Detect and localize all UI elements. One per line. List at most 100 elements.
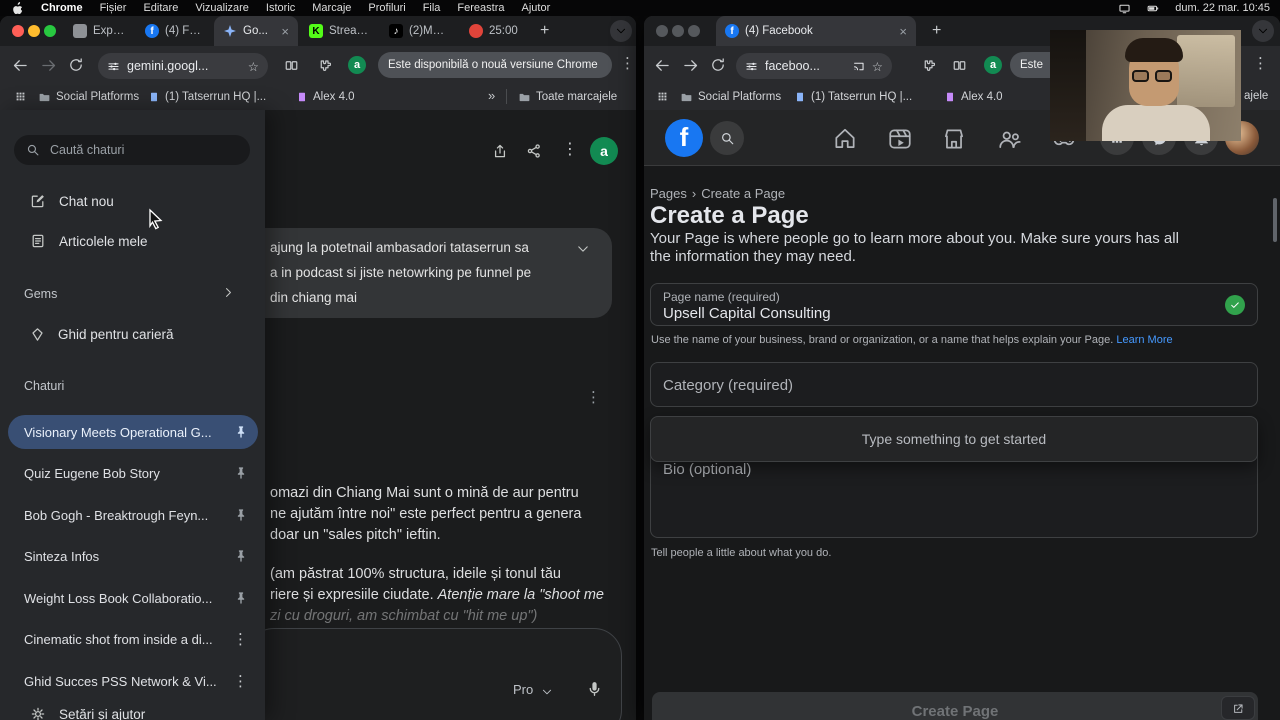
bookmark-alex[interactable]: Alex 4.0 xyxy=(296,89,355,105)
screen-mirroring-icon[interactable] xyxy=(1118,2,1131,15)
minimize-window-button[interactable] xyxy=(28,25,40,37)
back-icon[interactable] xyxy=(654,57,671,74)
pin-icon[interactable] xyxy=(234,466,248,480)
tab-experi[interactable]: Experi... xyxy=(64,16,134,46)
menu-istoric[interactable]: Istoric xyxy=(266,2,295,14)
battery-icon[interactable] xyxy=(1145,2,1161,15)
menu-fereastra[interactable]: Fereastra xyxy=(457,2,504,14)
split-view-icon[interactable] xyxy=(952,58,967,73)
extensions-puzzle-icon[interactable] xyxy=(316,58,331,73)
tab-stream[interactable]: K Stream... xyxy=(300,16,378,46)
model-chevron-icon[interactable] xyxy=(541,686,553,698)
category-suggestions-dropdown[interactable]: Type something to get started xyxy=(650,416,1258,462)
bookmark-tatserrun[interactable]: (1) Tatserrun HQ |... xyxy=(148,89,266,105)
site-settings-icon[interactable] xyxy=(745,60,758,73)
pin-icon[interactable] xyxy=(234,508,248,522)
video-icon[interactable] xyxy=(887,126,913,152)
prompt-input-box[interactable] xyxy=(246,628,622,720)
tab-facebook-active[interactable]: f (4) Facebook × xyxy=(716,16,916,46)
menu-editare[interactable]: Editare xyxy=(143,2,178,14)
tab-timer[interactable]: 25:00 xyxy=(460,16,532,46)
forward-icon[interactable] xyxy=(682,57,699,74)
pin-icon[interactable] xyxy=(234,425,248,439)
forward-icon[interactable] xyxy=(40,57,57,74)
chat-search-input[interactable] xyxy=(50,143,220,157)
all-bookmarks[interactable]: Toate marcajele xyxy=(518,89,617,105)
bookmarks-overflow-icon[interactable]: » xyxy=(488,88,495,103)
bookmark-social-platforms[interactable]: Social Platforms xyxy=(680,89,781,105)
facebook-search-button[interactable] xyxy=(710,121,744,155)
pin-icon[interactable] xyxy=(234,591,248,605)
message-options-icon[interactable]: ⋮ xyxy=(586,390,601,405)
bookmark-alex[interactable]: Alex 4.0 xyxy=(944,89,1003,105)
expand-prompt-icon[interactable] xyxy=(576,242,590,256)
address-bar[interactable]: gemini.googl... ☆ xyxy=(98,53,268,79)
reload-icon[interactable] xyxy=(710,57,726,73)
address-bar[interactable]: faceboo... ☆ xyxy=(736,53,892,79)
new-chat-button[interactable]: Chat nou xyxy=(30,193,114,209)
page-name-field[interactable]: Page name (required) Upsell Capital Cons… xyxy=(650,283,1258,326)
menu-fisier[interactable]: Fișier xyxy=(100,2,127,14)
my-articles-button[interactable]: Articolele mele xyxy=(30,233,148,249)
bookmark-star-icon[interactable]: ☆ xyxy=(248,59,259,74)
chat-item-1[interactable]: Quiz Eugene Bob Story xyxy=(8,456,258,490)
category-field[interactable]: Category (required) xyxy=(650,362,1258,407)
reload-icon[interactable] xyxy=(68,57,84,73)
scrollbar-thumb[interactable] xyxy=(1273,198,1277,242)
chat-search[interactable] xyxy=(14,135,250,165)
apple-menu-icon[interactable] xyxy=(12,1,24,15)
split-view-icon[interactable] xyxy=(284,58,299,73)
chrome-profile-avatar[interactable]: a xyxy=(348,56,366,74)
tab-search-button[interactable] xyxy=(1252,20,1274,42)
facebook-logo[interactable]: f xyxy=(665,119,703,157)
new-tab-button[interactable]: + xyxy=(932,22,941,40)
marketplace-icon[interactable] xyxy=(941,126,967,152)
groups-icon[interactable] xyxy=(997,126,1023,152)
menu-chrome[interactable]: Chrome xyxy=(41,2,83,14)
bookmark-tatserrun[interactable]: (1) Tatserrun HQ |... xyxy=(794,89,912,105)
menu-ajutor[interactable]: Ajutor xyxy=(522,2,551,14)
menu-vizualizare[interactable]: Vizualizare xyxy=(195,2,249,14)
user-prompt-bubble[interactable]: ajung la potetnail ambasadori tataserrun… xyxy=(246,228,612,318)
menu-fila[interactable]: Fila xyxy=(423,2,441,14)
chat-item-3[interactable]: Sinteza Infos xyxy=(8,539,258,573)
export-chat-icon[interactable] xyxy=(492,143,508,159)
chat-options-icon[interactable]: ⋮ xyxy=(562,142,578,158)
back-icon[interactable] xyxy=(12,57,29,74)
tab-search-button[interactable] xyxy=(610,20,632,42)
pin-icon[interactable] xyxy=(234,549,248,563)
apps-grid-icon[interactable] xyxy=(656,90,669,103)
learn-more-link[interactable]: Learn More xyxy=(1116,334,1172,346)
menu-marcaje[interactable]: Marcaje xyxy=(312,2,351,14)
tab-mrf[interactable]: ♪ (2)MRF... xyxy=(380,16,458,46)
menubar-clock[interactable]: dum. 22 mar. 10:45 xyxy=(1175,2,1270,14)
zoom-window-button[interactable] xyxy=(44,25,56,37)
close-window-button[interactable] xyxy=(656,25,668,37)
extensions-puzzle-icon[interactable] xyxy=(920,58,935,73)
close-window-button[interactable] xyxy=(12,25,24,37)
bookmark-star-icon[interactable]: ☆ xyxy=(872,59,883,74)
browser-menu-icon[interactable]: ⋮ xyxy=(1253,56,1268,71)
chat-item-4[interactable]: Weight Loss Book Collaboratio... xyxy=(8,581,258,615)
new-tab-button[interactable]: + xyxy=(540,22,549,40)
tab-close-icon[interactable]: × xyxy=(281,24,289,39)
zoom-window-button[interactable] xyxy=(688,25,700,37)
breadcrumb-pages[interactable]: Pages xyxy=(650,186,687,201)
site-settings-icon[interactable] xyxy=(107,60,120,73)
popout-button[interactable] xyxy=(1221,696,1255,720)
webcam-overlay[interactable] xyxy=(1050,30,1241,141)
chat-item-5[interactable]: Cinematic shot from inside a di... ⋮ xyxy=(8,622,258,656)
mic-icon[interactable] xyxy=(586,680,603,697)
chat-item-menu-icon[interactable]: ⋮ xyxy=(233,674,248,689)
chrome-profile-avatar[interactable]: a xyxy=(984,56,1002,74)
account-avatar[interactable]: a xyxy=(590,137,618,165)
chat-item-menu-icon[interactable]: ⋮ xyxy=(233,632,248,647)
tab-gemini-active[interactable]: Go... × xyxy=(214,16,298,46)
model-selector[interactable]: Pro xyxy=(513,682,533,697)
chat-item-0[interactable]: Visionary Meets Operational G... xyxy=(8,415,258,449)
tab-facebook[interactable]: f (4) Fac... xyxy=(136,16,212,46)
minimize-window-button[interactable] xyxy=(672,25,684,37)
gems-expand-icon[interactable] xyxy=(222,286,235,299)
cast-icon[interactable] xyxy=(852,60,865,73)
bookmark-social-platforms[interactable]: Social Platforms xyxy=(38,89,139,105)
